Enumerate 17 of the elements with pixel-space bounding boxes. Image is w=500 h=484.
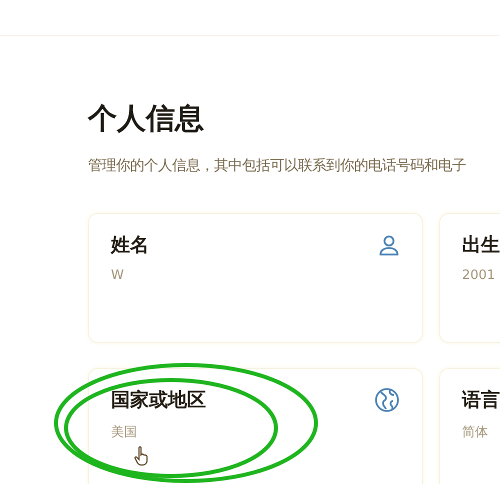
card-value: 2001 — [462, 268, 496, 283]
card-value: W — [111, 268, 125, 283]
globe-icon — [374, 387, 400, 413]
person-icon — [378, 234, 400, 256]
card-title: 出生 — [462, 233, 500, 258]
page-description: 管理你的个人信息，其中包括可以联系到你的电话号码和电子 — [88, 157, 467, 176]
card-title: 国家或地区 — [111, 388, 206, 413]
info-card[interactable]: 出生 2001 — [439, 213, 500, 343]
card-title: 姓名 — [111, 233, 149, 258]
hand-cursor-icon — [134, 446, 150, 466]
card-value: 简体 — [462, 424, 489, 441]
info-card[interactable]: 语言 简体 — [439, 368, 500, 484]
info-card[interactable]: 国家或地区 美国 — [88, 368, 423, 484]
info-card[interactable]: 姓名 W — [88, 213, 423, 343]
card-title: 语言 — [462, 388, 500, 413]
card-value: 美国 — [111, 424, 138, 441]
page-title: 个人信息 — [88, 100, 205, 137]
